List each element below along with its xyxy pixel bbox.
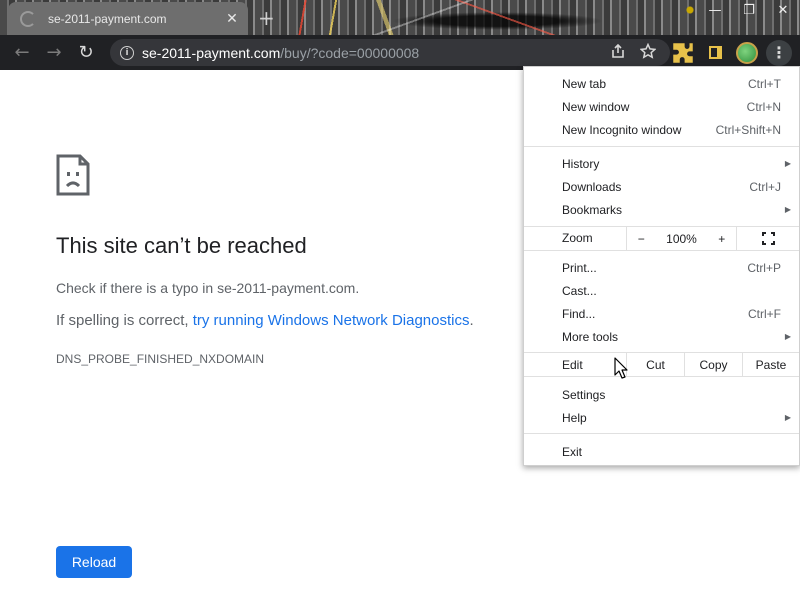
- site-info-icon[interactable]: i: [120, 45, 134, 60]
- menu-item-shortcut: Ctrl+T: [748, 76, 781, 91]
- edit-label: Edit: [562, 358, 583, 372]
- menu-item-new-tab[interactable]: New tab Ctrl+T: [524, 72, 799, 95]
- menu-item-shortcut: Ctrl+P: [747, 260, 781, 275]
- menu-item-more-tools[interactable]: More tools ▶: [524, 325, 799, 348]
- error-title: This site can’t be reached: [56, 233, 307, 258]
- avatar: [736, 41, 758, 64]
- cut-button[interactable]: Cut: [626, 353, 684, 376]
- menu-separator: [524, 146, 799, 147]
- tab-close-icon[interactable]: ✕: [224, 11, 240, 27]
- menu-item-settings[interactable]: Settings: [524, 383, 799, 406]
- maximize-button[interactable]: ❐: [732, 0, 766, 20]
- menu-zoom-row: Zoom − 100% +: [524, 227, 799, 250]
- menu-separator: [524, 250, 799, 251]
- extensions-puzzle-icon[interactable]: [670, 40, 696, 66]
- zoom-in-button[interactable]: +: [718, 232, 725, 246]
- mouse-cursor-icon: [614, 357, 628, 379]
- menu-edit-row: Edit Cut Copy Paste: [524, 353, 799, 376]
- menu-item-label: More tools: [562, 329, 619, 344]
- menu-separator: [524, 433, 799, 434]
- submenu-arrow-icon: ▶: [784, 332, 791, 341]
- url-host: se-2011-payment.com: [142, 44, 281, 61]
- menu-item-label: New Incognito window: [562, 122, 682, 137]
- submenu-arrow-icon: ▶: [784, 413, 791, 422]
- menu-item-downloads[interactable]: Downloads Ctrl+J: [524, 175, 799, 198]
- new-tab-button[interactable]: +: [258, 6, 275, 30]
- reload-button[interactable]: Reload: [56, 546, 132, 578]
- sad-document-icon: [56, 154, 90, 196]
- paste-button[interactable]: Paste: [742, 353, 799, 376]
- menu-item-label: Exit: [562, 444, 583, 459]
- menu-item-bookmarks[interactable]: Bookmarks ▶: [524, 198, 799, 221]
- back-button[interactable]: ←: [6, 37, 38, 69]
- zoom-label: Zoom: [562, 231, 593, 245]
- menu-item-print[interactable]: Print... Ctrl+P: [524, 256, 799, 279]
- reload-icon[interactable]: ↻: [70, 37, 102, 69]
- menu-item-label: New tab: [562, 76, 607, 91]
- window-controls: — ❐ ✕: [698, 0, 800, 20]
- menu-item-new-incognito-window[interactable]: New Incognito window Ctrl+Shift+N: [524, 118, 799, 141]
- browser-toolbar: ← → ↻ i se-2011-payment.com/buy/?code=00…: [0, 35, 800, 70]
- diagnostics-prefix: If spelling is correct,: [56, 312, 193, 329]
- kebab-menu-icon[interactable]: ⋮: [766, 39, 792, 66]
- zoom-level: 100%: [666, 231, 697, 246]
- side-panel-icon: [708, 46, 722, 59]
- diagnostics-suffix: .: [469, 312, 474, 329]
- address-bar[interactable]: i se-2011-payment.com/buy/?code=00000008: [110, 39, 670, 66]
- menu-item-shortcut: Ctrl+F: [748, 306, 781, 321]
- share-icon[interactable]: [610, 43, 626, 59]
- chrome-main-menu: New tab Ctrl+T New window Ctrl+N New Inc…: [523, 66, 800, 466]
- diagnostics-hint: If spelling is correct, try running Wind…: [56, 312, 474, 329]
- bookmark-star-icon[interactable]: [640, 43, 656, 59]
- forward-button[interactable]: →: [38, 37, 70, 69]
- copy-button[interactable]: Copy: [684, 353, 742, 376]
- zoom-control: − 100% +: [626, 227, 736, 250]
- menu-item-label: Cast...: [562, 283, 597, 298]
- url-path: /buy/?code=00000008: [280, 44, 420, 61]
- menu-separator: [524, 376, 799, 377]
- network-diagnostics-link[interactable]: try running Windows Network Diagnostics: [193, 312, 470, 329]
- menu-item-label: New window: [562, 99, 630, 114]
- menu-item-label: Downloads: [562, 179, 622, 194]
- fullscreen-button[interactable]: [736, 227, 799, 250]
- menu-item-help[interactable]: Help ▶: [524, 406, 799, 429]
- menu-item-label: Help: [562, 410, 587, 425]
- menu-item-history[interactable]: History ▶: [524, 152, 799, 175]
- minimize-button[interactable]: —: [698, 0, 732, 20]
- menu-item-label: History: [562, 156, 600, 171]
- submenu-arrow-icon: ▶: [784, 205, 791, 214]
- submenu-arrow-icon: ▶: [784, 159, 791, 168]
- typo-hint: Check if there is a typo in se-2011-paym…: [56, 280, 360, 296]
- loading-favicon-icon: [20, 10, 36, 27]
- side-panel-button[interactable]: [702, 40, 728, 66]
- error-code: DNS_PROBE_FINISHED_NXDOMAIN: [56, 352, 265, 366]
- menu-item-exit[interactable]: Exit: [524, 440, 799, 463]
- menu-item-shortcut: Ctrl+J: [749, 179, 781, 194]
- menu-item-label: Settings: [562, 387, 606, 402]
- title-bar: se-2011-payment.com ✕ + — ❐ ✕: [0, 0, 800, 35]
- menu-item-label: Print...: [562, 260, 597, 275]
- menu-item-shortcut: Ctrl+N: [746, 99, 781, 114]
- zoom-out-button[interactable]: −: [638, 232, 645, 246]
- profile-button[interactable]: [734, 40, 760, 66]
- menu-item-label: Find...: [562, 306, 596, 321]
- menu-item-shortcut: Ctrl+Shift+N: [715, 122, 781, 137]
- menu-item-label: Bookmarks: [562, 202, 623, 217]
- menu-item-find[interactable]: Find... Ctrl+F: [524, 302, 799, 325]
- tab-title: se-2011-payment.com: [48, 11, 167, 26]
- fullscreen-icon: [761, 232, 775, 245]
- menu-item-new-window[interactable]: New window Ctrl+N: [524, 95, 799, 118]
- close-window-button[interactable]: ✕: [766, 0, 800, 20]
- menu-item-cast[interactable]: Cast...: [524, 279, 799, 302]
- browser-tab[interactable]: se-2011-payment.com ✕: [8, 2, 248, 35]
